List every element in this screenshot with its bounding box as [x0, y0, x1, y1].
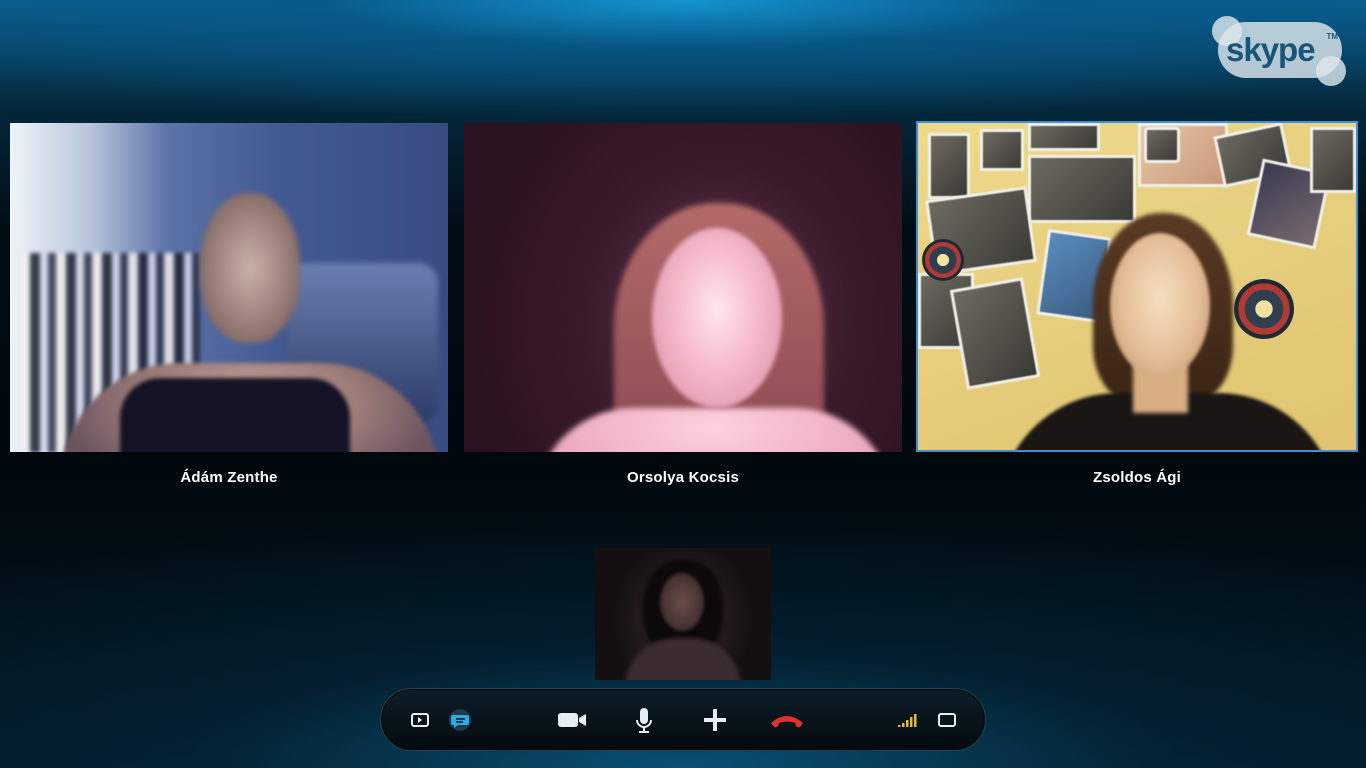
chat-button[interactable] — [441, 701, 479, 739]
signal-strength-icon — [898, 714, 917, 727]
skype-logo: skype TM — [1212, 16, 1346, 86]
show-contacts-icon — [411, 713, 429, 727]
microphone-icon — [636, 708, 652, 733]
plus-icon — [704, 709, 726, 731]
video-camera-icon — [558, 713, 586, 727]
video-feed — [10, 123, 448, 452]
chat-bubble-icon — [449, 709, 471, 731]
skype-logo-text: skype — [1226, 31, 1316, 68]
microphone-button[interactable] — [625, 701, 663, 739]
hang-up-button[interactable] — [768, 701, 806, 739]
participant-name-2: Orsolya Kocsis — [626, 469, 740, 486]
participant-name-3: Zsoldos Ági — [1092, 469, 1182, 486]
video-button[interactable] — [553, 701, 591, 739]
fullscreen-icon — [938, 713, 956, 727]
trademark-mark: TM — [1326, 32, 1338, 41]
participant-name-1: Ádám Zenthe — [180, 469, 278, 486]
show-contacts-button[interactable] — [401, 701, 439, 739]
video-feed — [464, 123, 902, 452]
video-feed — [918, 123, 1356, 450]
participant-video-3[interactable] — [916, 121, 1358, 452]
participant-video-2[interactable] — [464, 123, 902, 452]
call-toolbar — [380, 688, 986, 751]
participant-video-1[interactable] — [10, 123, 448, 452]
add-button[interactable] — [696, 701, 734, 739]
fullscreen-button[interactable] — [928, 701, 966, 739]
hang-up-phone-icon — [771, 716, 803, 728]
self-video-preview[interactable] — [595, 548, 771, 680]
call-quality-indicator[interactable] — [888, 701, 926, 739]
